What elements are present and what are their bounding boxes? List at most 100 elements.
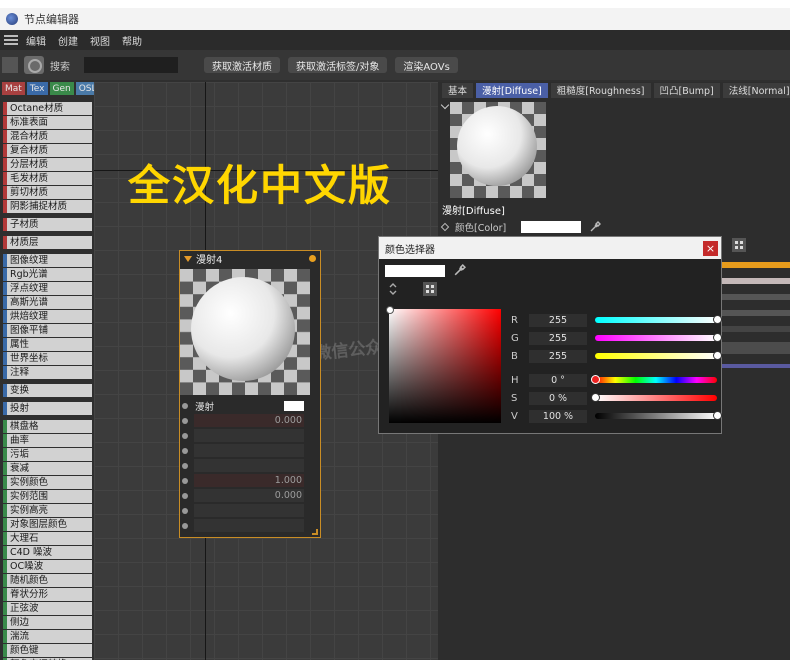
- node-list-item[interactable]: 图像平铺: [3, 324, 92, 337]
- node-list-item[interactable]: 阴影捕捉材质: [3, 200, 92, 213]
- node-list-item[interactable]: 高斯光谱: [3, 296, 92, 309]
- port-connector-icon[interactable]: [182, 432, 188, 439]
- slider-knob[interactable]: [713, 351, 722, 360]
- node-list-item[interactable]: 实例范围: [3, 490, 92, 503]
- node-list-item[interactable]: 材质层: [3, 236, 92, 249]
- diffuse-material-node[interactable]: 漫射4 漫射 0.000 1.000 0.000: [179, 250, 321, 538]
- slider-value-field[interactable]: 255: [529, 349, 587, 363]
- port-value[interactable]: [194, 504, 304, 517]
- node-resize-handle[interactable]: [312, 529, 318, 535]
- slider-value-field[interactable]: 0 °: [529, 373, 587, 387]
- node-list-item[interactable]: 大理石: [3, 532, 92, 545]
- sv-handle[interactable]: [386, 306, 394, 314]
- port-connector-icon[interactable]: [182, 477, 188, 484]
- node-list-item[interactable]: 实例颜色: [3, 476, 92, 489]
- slider-track[interactable]: [595, 411, 722, 420]
- node-header[interactable]: 漫射4: [180, 251, 320, 266]
- slider-track[interactable]: [595, 333, 722, 342]
- eyedropper-icon[interactable]: [453, 264, 466, 277]
- slider-track[interactable]: [595, 315, 722, 324]
- node-list-item[interactable]: 烘焙纹理: [3, 310, 92, 323]
- node-list-item[interactable]: 浮点纹理: [3, 282, 92, 295]
- menu-create[interactable]: 创建: [58, 33, 78, 48]
- node-input-port[interactable]: 漫射: [180, 398, 320, 413]
- saturation-value-field[interactable]: [386, 306, 501, 423]
- category-tab-mat[interactable]: Mat: [2, 82, 25, 95]
- node-output-port-icon[interactable]: [309, 255, 316, 262]
- port-connector-icon[interactable]: [182, 447, 188, 454]
- node-list-item[interactable]: 颜色键: [3, 644, 92, 657]
- node-input-port[interactable]: 置换: [180, 458, 320, 473]
- node-list-item[interactable]: 污垢: [3, 448, 92, 461]
- slider-value-field[interactable]: 255: [529, 313, 587, 327]
- slider-knob[interactable]: [713, 315, 722, 324]
- property-tab[interactable]: 凹凸[Bump]: [653, 82, 720, 98]
- port-connector-icon[interactable]: [182, 402, 188, 409]
- port-connector-icon[interactable]: [182, 522, 188, 529]
- node-input-port[interactable]: 传输0.000: [180, 488, 320, 503]
- slider-track[interactable]: [595, 351, 722, 360]
- node-list-item[interactable]: 衰减: [3, 462, 92, 475]
- color-swatch[interactable]: [521, 221, 581, 233]
- node-list-item[interactable]: 随机颜色: [3, 574, 92, 587]
- slider-knob[interactable]: [591, 375, 600, 384]
- node-list-item[interactable]: 图像纹理: [3, 254, 92, 267]
- node-list-item[interactable]: 混合材质: [3, 130, 92, 143]
- node-input-port[interactable]: 法线: [180, 443, 320, 458]
- port-connector-icon[interactable]: [182, 417, 188, 424]
- get-active-material-button[interactable]: 获取激活材质: [204, 57, 280, 73]
- node-list-item[interactable]: 正弦波: [3, 602, 92, 615]
- node-list-item[interactable]: Rgb光谱: [3, 268, 92, 281]
- node-list-item[interactable]: 对象图层颜色: [3, 518, 92, 531]
- slider-value-field[interactable]: 255: [529, 331, 587, 345]
- collapse-triangle-icon[interactable]: [184, 255, 192, 262]
- color-picker-header[interactable]: 颜色选择器 ×: [379, 237, 721, 259]
- node-list-item[interactable]: 曲率: [3, 434, 92, 447]
- swatch-grid-icon[interactable]: [423, 282, 437, 296]
- keyframe-diamond-icon[interactable]: [440, 222, 450, 232]
- eyedropper-icon[interactable]: [589, 221, 601, 233]
- port-value[interactable]: [194, 519, 304, 532]
- port-color-swatch[interactable]: [284, 400, 304, 411]
- slider-knob[interactable]: [713, 333, 722, 342]
- node-input-port[interactable]: 发光: [180, 503, 320, 518]
- octane-logo-icon[interactable]: [24, 56, 44, 74]
- port-connector-icon[interactable]: [182, 462, 188, 469]
- menu-view[interactable]: 视图: [90, 33, 110, 48]
- slider-knob[interactable]: [713, 411, 722, 420]
- node-list-item[interactable]: 毛发材质: [3, 172, 92, 185]
- menu-help[interactable]: 帮助: [122, 33, 142, 48]
- node-list-item[interactable]: 投射: [3, 402, 92, 415]
- node-list-item[interactable]: 实例高亮: [3, 504, 92, 517]
- hamburger-menu-icon[interactable]: [4, 35, 18, 45]
- node-list-item[interactable]: 剪切材质: [3, 186, 92, 199]
- port-value[interactable]: [194, 444, 304, 457]
- port-value[interactable]: [194, 429, 304, 442]
- property-tab[interactable]: 漫射[Diffuse]: [476, 82, 548, 98]
- close-button[interactable]: ×: [703, 240, 718, 256]
- node-list-item[interactable]: C4D 噪波: [3, 546, 92, 559]
- property-tab[interactable]: 粗糙度[Roughness]: [550, 82, 651, 98]
- node-list-item[interactable]: 湍流: [3, 630, 92, 643]
- search-input[interactable]: [84, 57, 178, 73]
- node-list-item[interactable]: 分层材质: [3, 158, 92, 171]
- node-list-item[interactable]: 注释: [3, 366, 92, 379]
- category-tab-tex[interactable]: Tex: [26, 82, 48, 95]
- node-list-item[interactable]: 变换: [3, 384, 92, 397]
- menu-edit[interactable]: 编辑: [26, 33, 46, 48]
- port-value[interactable]: 0.000: [194, 414, 304, 427]
- node-list-item[interactable]: 属性: [3, 338, 92, 351]
- property-tab[interactable]: 基本: [442, 82, 474, 98]
- port-value[interactable]: 0.000: [194, 489, 304, 502]
- port-value[interactable]: 1.000: [194, 474, 304, 487]
- slider-value-field[interactable]: 100 %: [529, 409, 587, 423]
- node-list-item[interactable]: 侧边: [3, 616, 92, 629]
- node-list-item[interactable]: 子材质: [3, 218, 92, 231]
- mode-up-down-arrows-icon[interactable]: [388, 282, 398, 296]
- node-input-port[interactable]: 介质: [180, 518, 320, 533]
- node-list-item[interactable]: 颜色空间转换: [3, 658, 92, 660]
- render-aovs-button[interactable]: 渲染AOVs: [395, 57, 458, 73]
- node-list-item[interactable]: 脊状分形: [3, 588, 92, 601]
- property-tab[interactable]: 法线[Normal]: [722, 82, 790, 98]
- slider-track[interactable]: [591, 393, 717, 402]
